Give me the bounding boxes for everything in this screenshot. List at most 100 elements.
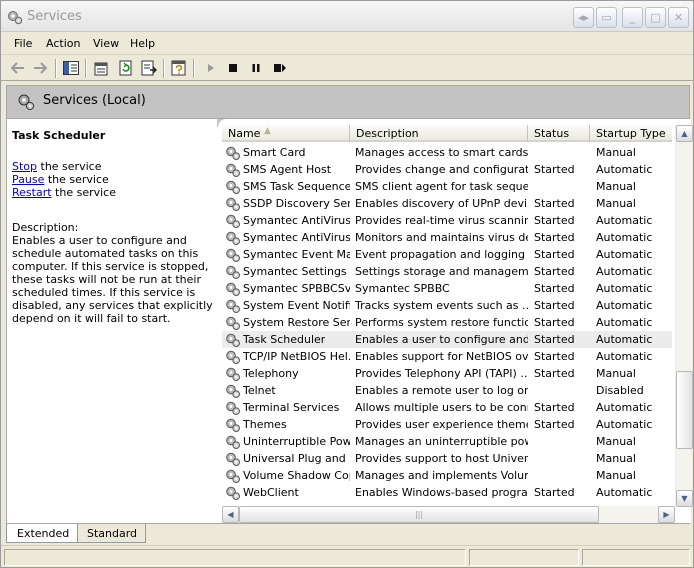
- menu-view[interactable]: View: [93, 37, 119, 50]
- restart-service-icon[interactable]: [271, 59, 289, 77]
- service-description-cell: SMS client agent for task seque...: [355, 180, 528, 193]
- service-name-cell[interactable]: Terminal Services: [222, 399, 350, 416]
- column-header-description[interactable]: Description: [350, 125, 528, 142]
- pause-service-icon[interactable]: [247, 59, 265, 77]
- maximize-button[interactable]: □: [645, 7, 666, 28]
- service-name-cell[interactable]: SSDP Discovery Ser...: [222, 195, 350, 212]
- menu-bar: File Action View Help: [1, 33, 693, 55]
- refresh-icon[interactable]: [117, 59, 135, 77]
- table-row[interactable]: Symantec Event Ma... Event propagation an…: [222, 246, 672, 263]
- service-name-cell[interactable]: Universal Plug and ...: [222, 450, 350, 467]
- table-row[interactable]: WebClient Enables Windows-based progra...…: [222, 484, 672, 501]
- service-name-cell[interactable]: Telnet: [222, 382, 350, 399]
- table-row[interactable]: Smart Card Manages access to smart cards …: [222, 144, 672, 161]
- service-name-cell[interactable]: Uninterruptible Pow...: [222, 433, 350, 450]
- service-name-cell[interactable]: Themes: [222, 416, 350, 433]
- back-nav-icon[interactable]: ◂▸: [573, 7, 594, 28]
- table-row[interactable]: SMS Agent Host Provides change and config…: [222, 161, 672, 178]
- column-header-status[interactable]: Status: [528, 125, 590, 142]
- minimize-button[interactable]: _: [622, 7, 643, 28]
- table-row[interactable]: Universal Plug and ... Provides support t…: [222, 450, 672, 467]
- service-name-cell[interactable]: SMS Agent Host: [222, 161, 350, 178]
- vertical-scrollbar[interactable]: ▲ ▼: [675, 125, 693, 507]
- table-row[interactable]: Symantec AntiVirus ... Monitors and maint…: [222, 229, 672, 246]
- horizontal-scrollbar[interactable]: ◀ ||| ▶: [222, 506, 675, 523]
- service-startup-cell: Manual: [596, 180, 636, 193]
- menu-file[interactable]: File: [14, 37, 32, 50]
- table-row[interactable]: TCP/IP NetBIOS Hel... Enables support for…: [222, 348, 672, 365]
- service-gear-icon: [226, 384, 240, 398]
- scroll-up-icon[interactable]: ▲: [676, 125, 693, 142]
- service-name-cell[interactable]: Symantec Settings ...: [222, 263, 350, 280]
- help-icon[interactable]: [170, 59, 188, 77]
- table-row[interactable]: System Restore Ser... Performs system res…: [222, 314, 672, 331]
- service-name: Symantec SPBBCSvc: [243, 282, 350, 295]
- service-gear-icon: [226, 486, 240, 500]
- service-name-cell[interactable]: Symantec SPBBCSvc: [222, 280, 350, 297]
- export-list-icon[interactable]: [140, 59, 158, 77]
- service-startup-cell: Automatic: [596, 401, 653, 414]
- service-name-cell[interactable]: SMS Task Sequence...: [222, 178, 350, 195]
- vertical-scroll-thumb[interactable]: [676, 371, 693, 449]
- table-row[interactable]: SMS Task Sequence... SMS client agent for…: [222, 178, 672, 195]
- menu-action[interactable]: Action: [46, 37, 80, 50]
- toolbar-separator: [193, 59, 195, 78]
- table-row[interactable]: SSDP Discovery Ser... Enables discovery o…: [222, 195, 672, 212]
- service-gear-icon: [226, 333, 240, 347]
- service-name-cell[interactable]: Smart Card: [222, 144, 350, 161]
- restart-service-link[interactable]: Restart: [12, 186, 52, 199]
- tab-standard[interactable]: Standard: [76, 524, 147, 543]
- scroll-down-icon[interactable]: ▼: [676, 490, 693, 507]
- scroll-left-icon[interactable]: ◀: [222, 506, 239, 523]
- tab-extended[interactable]: Extended: [6, 524, 79, 543]
- service-name-cell[interactable]: Symantec Event Ma...: [222, 246, 350, 263]
- horizontal-scroll-thumb[interactable]: |||: [239, 506, 599, 523]
- service-startup-cell: Automatic: [596, 333, 653, 346]
- stop-service-link[interactable]: Stop: [12, 160, 37, 173]
- service-name-cell[interactable]: Symantec AntiVirus ...: [222, 229, 350, 246]
- service-description-cell: Manages access to smart cards ...: [355, 146, 528, 159]
- service-name-cell[interactable]: WebClient: [222, 484, 350, 501]
- service-name-cell[interactable]: System Restore Ser...: [222, 314, 350, 331]
- column-header-startup-type[interactable]: Startup Type: [590, 125, 672, 142]
- show-hide-tree-icon[interactable]: [62, 59, 80, 77]
- scroll-right-icon[interactable]: ▶: [658, 506, 675, 523]
- service-startup-cell: Automatic: [596, 316, 653, 329]
- table-row[interactable]: Uninterruptible Pow... Manages an uninter…: [222, 433, 672, 450]
- table-row[interactable]: Symantec SPBBCSvc Symantec SPBBC Started Au…: [222, 280, 672, 297]
- service-status-cell: Started: [534, 316, 575, 329]
- table-row[interactable]: Terminal Services Allows multiple users t…: [222, 399, 672, 416]
- table-row[interactable]: Symantec Settings ... Settings storage an…: [222, 263, 672, 280]
- table-row[interactable]: Symantec AntiVirus Provides real-time vir…: [222, 212, 672, 229]
- service-description-cell: Monitors and maintains virus de...: [355, 231, 528, 244]
- table-row[interactable]: Volume Shadow Copy Manages and implements…: [222, 467, 672, 484]
- forward-arrow-icon[interactable]: [31, 59, 49, 77]
- pause-service-link[interactable]: Pause: [12, 173, 44, 186]
- service-name-cell[interactable]: TCP/IP NetBIOS Hel...: [222, 348, 350, 365]
- service-name-cell[interactable]: Task Scheduler: [222, 331, 350, 348]
- stop-service-icon[interactable]: [224, 59, 242, 77]
- table-row[interactable]: Task Scheduler Enables a user to configur…: [222, 331, 672, 348]
- table-row[interactable]: System Event Notifi... Tracks system even…: [222, 297, 672, 314]
- service-status-cell: Started: [534, 214, 575, 227]
- restore-view-icon[interactable]: ▭: [596, 7, 617, 28]
- service-name-cell[interactable]: Volume Shadow Copy: [222, 467, 350, 484]
- table-row[interactable]: Telephony Provides Telephony API (TAPI) .…: [222, 365, 672, 382]
- start-service-icon[interactable]: [202, 59, 220, 77]
- column-header-name[interactable]: Name ▲: [222, 125, 350, 142]
- service-startup-cell: Automatic: [596, 486, 653, 499]
- service-description-cell: Enables a user to configure and...: [355, 333, 528, 346]
- close-button[interactable]: ✕: [668, 7, 689, 28]
- service-name-cell[interactable]: System Event Notifi...: [222, 297, 350, 314]
- title-bar[interactable]: Services ◂▸ ▭ _ □ ✕: [1, 1, 693, 32]
- service-status-cell: Started: [534, 197, 575, 210]
- table-row[interactable]: Telnet Enables a remote user to log on...…: [222, 382, 672, 399]
- service-description-cell: Manages and implements Volum...: [355, 469, 528, 482]
- properties-icon[interactable]: [93, 59, 111, 77]
- table-row[interactable]: Themes Provides user experience theme... S…: [222, 416, 672, 433]
- service-name-cell[interactable]: Telephony: [222, 365, 350, 382]
- back-arrow-icon[interactable]: [9, 59, 27, 77]
- service-name-cell[interactable]: Symantec AntiVirus: [222, 212, 350, 229]
- menu-help[interactable]: Help: [130, 37, 155, 50]
- service-detail-pane: Task Scheduler Stop the service Pause th…: [7, 119, 217, 523]
